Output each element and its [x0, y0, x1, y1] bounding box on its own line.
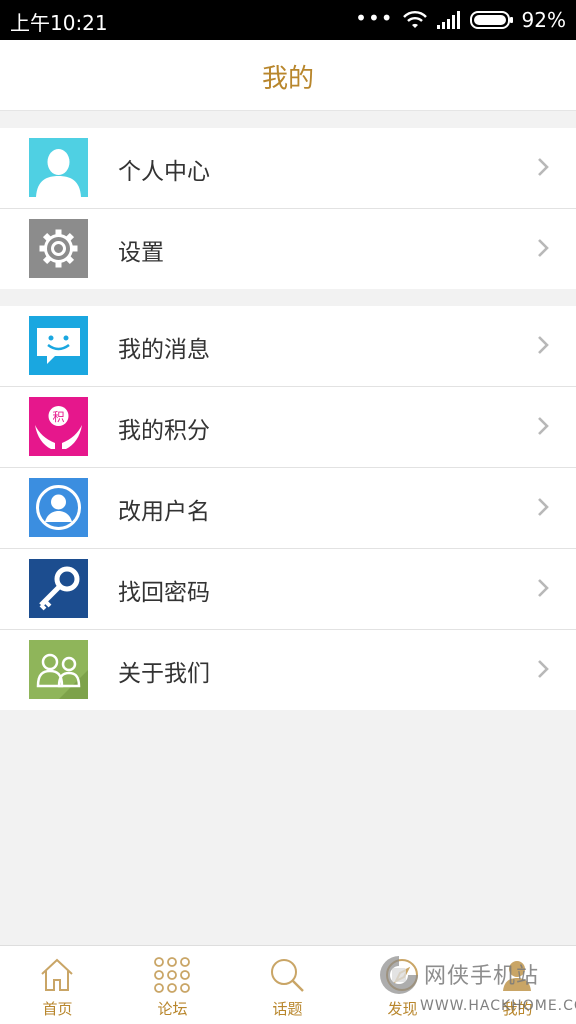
chevron-right-icon [538, 498, 549, 516]
person-avatar-icon [29, 138, 88, 197]
more-dots-icon: ••• [355, 6, 394, 30]
chat-bubble-icon [29, 316, 88, 375]
home-icon [41, 958, 73, 991]
watermark-url: WWW.HACKHOME.COM [420, 998, 576, 1014]
gear-icon [29, 219, 88, 278]
watermark-logo [380, 956, 418, 994]
chevron-right-icon [538, 239, 549, 257]
points-hands-icon: 积 [29, 397, 88, 456]
menu-item-label: 我的消息 [118, 337, 210, 363]
nav-tab-label: 首页 [42, 1000, 73, 1018]
people-icon [29, 640, 88, 699]
menu-item-label: 关于我们 [118, 661, 210, 687]
chevron-right-icon [538, 158, 549, 176]
chevron-right-icon [538, 417, 549, 435]
menu-item-label: 找回密码 [118, 580, 210, 606]
settings-group-2: 我的消息 积 我的积分 改用户名 找回密码 关于我们 [0, 306, 576, 710]
battery-icon [469, 11, 513, 29]
battery-percent: 92% [521, 8, 566, 32]
page-title: 我的 [261, 64, 314, 94]
key-icon [29, 559, 88, 618]
settings-group-1: 个人中心 设置 [0, 128, 576, 289]
nav-tab-topics[interactable]: 话题 [230, 946, 345, 1024]
chevron-right-icon [538, 336, 549, 354]
menu-item-change-username[interactable]: 改用户名 [0, 468, 576, 549]
nav-tab-forum[interactable]: 论坛 [115, 946, 230, 1024]
grid-dots-icon [154, 957, 190, 993]
page-header: 我的 [0, 40, 576, 111]
menu-item-label: 改用户名 [118, 499, 210, 525]
menu-item-settings[interactable]: 设置 [0, 209, 576, 289]
chevron-right-icon [538, 660, 549, 678]
status-time: 上午10:21 [10, 11, 108, 35]
menu-item-label: 个人中心 [118, 159, 210, 185]
search-icon [271, 959, 304, 992]
menu-item-label: 设置 [118, 240, 164, 266]
menu-item-my-points[interactable]: 积 我的积分 [0, 387, 576, 468]
menu-item-label: 我的积分 [118, 418, 210, 444]
watermark-name: 网侠手机站 [424, 964, 540, 989]
menu-item-my-messages[interactable]: 我的消息 [0, 306, 576, 387]
svg-text:积: 积 [52, 410, 64, 424]
signal-icon [436, 11, 460, 29]
status-icons: ••• 92% [355, 6, 566, 34]
menu-item-personal-center[interactable]: 个人中心 [0, 128, 576, 209]
menu-item-recover-password[interactable]: 找回密码 [0, 549, 576, 630]
user-circle-icon [29, 478, 88, 537]
status-bar: 上午10:21 ••• 92% [0, 0, 576, 40]
wifi-icon [402, 11, 427, 28]
menu-item-about-us[interactable]: 关于我们 [0, 630, 576, 710]
chevron-right-icon [538, 579, 549, 597]
nav-tab-home[interactable]: 首页 [0, 946, 115, 1024]
watermark: 网侠手机站 WWW.HACKHOME.COM [378, 952, 576, 1022]
nav-tab-label: 论坛 [157, 1000, 188, 1018]
nav-tab-label: 话题 [272, 1000, 303, 1018]
